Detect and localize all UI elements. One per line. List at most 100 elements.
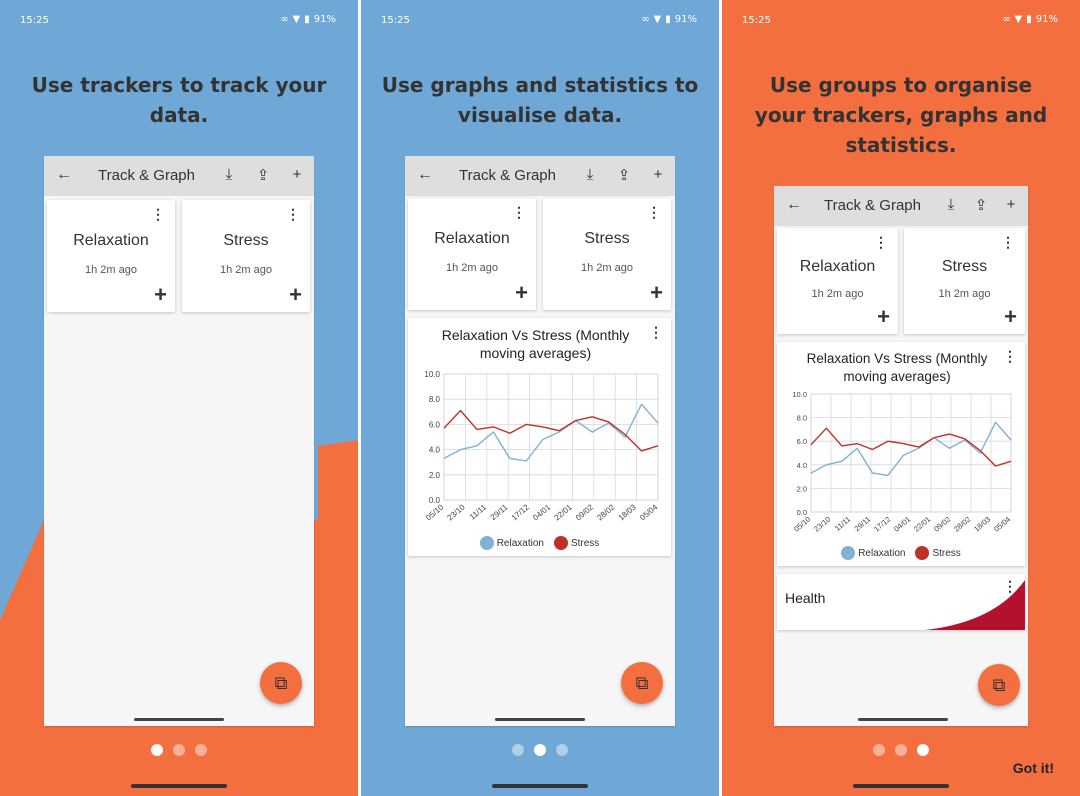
x-tick-label: 09/02: [932, 515, 952, 534]
more-vert-icon[interactable]: ⋮: [286, 206, 300, 223]
tracker-card-stress[interactable]: ⋮ Stress 1h 2m ago +: [182, 200, 310, 312]
y-tick-label: 8.0: [797, 414, 807, 423]
add-entry-icon[interactable]: +: [515, 280, 528, 306]
x-tick-label: 28/02: [595, 502, 617, 522]
add-entry-icon[interactable]: +: [650, 280, 663, 306]
tracker-name: Stress: [584, 230, 630, 247]
tracker-name: Relaxation: [73, 232, 149, 249]
page-dot-1[interactable]: [873, 744, 885, 756]
add-group-fab[interactable]: ⧉: [621, 662, 663, 704]
legend-item-stress: Stress: [553, 536, 599, 550]
upload-icon[interactable]: ⇪: [254, 166, 272, 184]
legend-label: Relaxation: [858, 547, 906, 559]
gesture-bar: [131, 784, 227, 788]
legend-item-relaxation: Relaxation: [479, 536, 544, 550]
page-dot-1[interactable]: [151, 744, 163, 756]
graph-card[interactable]: Relaxation Vs Stress (Monthly moving ave…: [408, 318, 671, 556]
more-vert-icon[interactable]: ⋮: [1001, 234, 1015, 251]
download-icon[interactable]: ⤓: [581, 166, 599, 184]
app-preview: ← Track & Graph ⤓ ⇪ + ⋮ Relaxation 1h 2m…: [774, 186, 1028, 726]
x-tick-label: 29/11: [489, 502, 510, 522]
status-bar: 15:25 ∞ ▼ ▮ 91%: [742, 12, 1060, 30]
onboarding-page-3: 15:25 ∞ ▼ ▮ 91% Use groups to organise y…: [722, 0, 1080, 796]
arrow-left-icon[interactable]: ←: [786, 196, 802, 214]
status-bar: 15:25 ∞ ▼ ▮ 91%: [20, 12, 338, 30]
x-tick-label: 17/12: [510, 502, 532, 522]
y-tick-label: 4.0: [797, 461, 807, 470]
arrow-left-icon[interactable]: ←: [417, 166, 433, 184]
y-tick-label: 2.0: [429, 471, 441, 480]
add-entry-icon[interactable]: +: [1004, 304, 1017, 330]
y-tick-label: 10.0: [424, 370, 440, 379]
page-dot-3[interactable]: [195, 744, 207, 756]
headline: Use trackers to track your data.: [31, 73, 327, 127]
add-group-fab[interactable]: ⧉: [978, 664, 1020, 706]
add-group-icon: ⧉: [274, 673, 288, 693]
headline: Use graphs and statistics to visualise d…: [381, 73, 699, 127]
nav-handle: [495, 718, 585, 721]
x-tick-label: 04/01: [531, 502, 553, 522]
onboarding-screens: 15:25 ∞ ▼ ▮ 91% Use trackers to track yo…: [0, 0, 1080, 796]
page-dot-2[interactable]: [173, 744, 185, 756]
group-card-health[interactable]: Health ⋮: [777, 574, 1025, 630]
tracker-last-time: 1h 2m ago: [220, 264, 272, 276]
plus-icon[interactable]: +: [649, 166, 667, 184]
tracker-card-stress[interactable]: ⋮ Stress 1h 2m ago +: [543, 198, 671, 310]
plus-icon[interactable]: +: [1002, 196, 1020, 214]
x-tick-label: 11/11: [833, 515, 852, 533]
battery-level: 91%: [1035, 14, 1058, 25]
page-dot-3[interactable]: [556, 744, 568, 756]
got-it-button[interactable]: Got it!: [1013, 760, 1054, 776]
x-tick-label: 18/03: [972, 515, 992, 534]
add-entry-icon[interactable]: +: [154, 282, 167, 308]
app-title: Track & Graph: [459, 167, 556, 184]
arrow-left-icon[interactable]: ←: [56, 166, 72, 184]
x-tick-label: 11/11: [468, 502, 489, 521]
app-title: Track & Graph: [98, 167, 195, 184]
page-dot-1[interactable]: [512, 744, 524, 756]
chart-legend: Relaxation Stress: [777, 546, 1025, 560]
group-accent-shape: [925, 580, 1025, 630]
more-vert-icon[interactable]: ⋮: [647, 204, 661, 221]
legend-dot: [915, 546, 930, 560]
add-group-fab[interactable]: ⧉: [260, 662, 302, 704]
graph-chart: 0.02.04.06.08.010.005/10 23/10 11/11 29/11 1…: [792, 390, 1012, 534]
legend-label: Stress: [932, 547, 961, 559]
x-tick-label: 18/03: [617, 502, 639, 522]
x-tick-label: 29/11: [853, 515, 873, 534]
x-tick-label: 22/01: [553, 502, 575, 522]
download-icon[interactable]: ⤓: [942, 196, 960, 214]
battery-icon: ▮: [665, 14, 671, 25]
tracker-card-relaxation[interactable]: ⋮ Relaxation 1h 2m ago +: [777, 228, 898, 334]
legend-dot: [479, 536, 494, 550]
add-group-icon: ⧉: [992, 675, 1006, 695]
tracker-card-relaxation[interactable]: ⋮ Relaxation 1h 2m ago +: [408, 198, 536, 310]
upload-icon[interactable]: ⇪: [615, 166, 633, 184]
page-dot-2[interactable]: [895, 744, 907, 756]
tracker-name: Stress: [941, 258, 988, 275]
page-dot-2[interactable]: [534, 744, 546, 756]
add-entry-icon[interactable]: +: [877, 304, 890, 330]
add-entry-icon[interactable]: +: [289, 282, 302, 308]
battery-icon: ▮: [1026, 14, 1032, 25]
battery-level: 91%: [313, 14, 336, 25]
more-vert-icon[interactable]: ⋮: [874, 234, 888, 251]
plus-icon[interactable]: +: [288, 166, 306, 184]
y-tick-label: 8.0: [429, 395, 441, 404]
x-tick-label: 09/02: [574, 502, 596, 522]
more-vert-icon[interactable]: ⋮: [512, 204, 526, 221]
tracker-card-relaxation[interactable]: ⋮ Relaxation 1h 2m ago +: [47, 200, 175, 312]
tracker-last-time: 1h 2m ago: [581, 262, 633, 274]
x-tick-label: 17/12: [872, 515, 892, 534]
status-bar: 15:25 ∞ ▼ ▮ 91%: [381, 12, 699, 30]
tracker-card-stress[interactable]: ⋮ Stress 1h 2m ago +: [904, 228, 1025, 334]
page-indicator: [0, 744, 358, 756]
tracker-name: Stress: [223, 232, 269, 249]
page-dot-3[interactable]: [917, 744, 929, 756]
more-vert-icon[interactable]: ⋮: [151, 206, 165, 223]
x-tick-label: 05/10: [424, 502, 446, 522]
add-group-icon: ⧉: [635, 673, 649, 693]
download-icon[interactable]: ⤓: [220, 166, 238, 184]
upload-icon[interactable]: ⇪: [972, 196, 990, 214]
graph-card[interactable]: Relaxation Vs Stress (Monthly moving ave…: [777, 342, 1025, 566]
